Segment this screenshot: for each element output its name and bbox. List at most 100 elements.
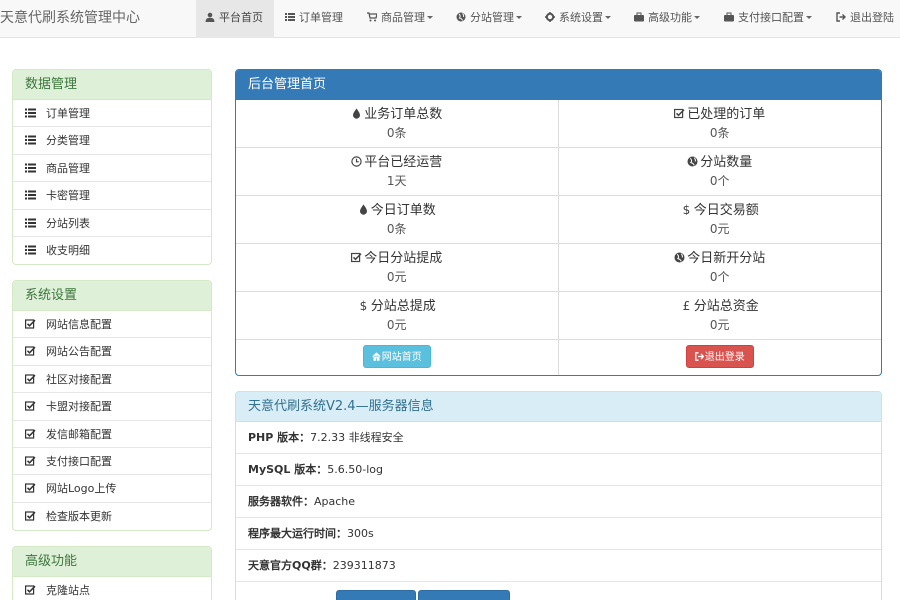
sidebar-item-ledger[interactable]: 收支明细 xyxy=(13,237,211,264)
stat-value: 0元 xyxy=(386,270,407,284)
stat-value: 0元 xyxy=(709,318,730,332)
briefcase-icon xyxy=(634,12,644,22)
sidebar-item-community[interactable]: 社区对接配置 xyxy=(13,366,211,394)
svg-text:£: £ xyxy=(682,300,690,311)
server-info-title: 天意代刷系统V2.4—服务器信息 xyxy=(236,392,881,422)
sidebar-item-label: 网站信息配置 xyxy=(46,318,112,331)
cart-icon xyxy=(367,12,377,22)
tint-icon xyxy=(351,108,362,119)
sidebar-heading-settings: 系统设置 xyxy=(13,281,211,311)
sidebar-item-label: 网站Logo上传 xyxy=(46,482,117,496)
stats-row: 今日订单数 0条 $ 今日交易额 0元 xyxy=(236,196,881,244)
list-icon xyxy=(25,108,36,118)
stat-total-funds: £ 分站总资金 0元 xyxy=(559,292,882,339)
chevron-down-icon xyxy=(516,16,522,19)
check-icon xyxy=(25,585,36,595)
check-icon xyxy=(25,428,36,439)
nav-advanced-label: 高级功能 xyxy=(648,11,692,24)
top-navbar: 天意代刷系统管理中心 平台首页 订单管理 商品管理 分站管理 系统设置 高级功能… xyxy=(0,0,900,38)
stat-today-orders: 今日订单数 0条 xyxy=(236,196,559,243)
update-button[interactable] xyxy=(336,590,416,600)
check-icon xyxy=(25,319,36,329)
sidebar-item-orders[interactable]: 订单管理 xyxy=(13,100,211,128)
nav-home-label: 平台首页 xyxy=(219,11,263,24)
gear-icon xyxy=(545,12,555,22)
usd-icon: $ xyxy=(681,204,692,215)
list-icon xyxy=(25,163,36,173)
sidebar-item-site-notice[interactable]: 网站公告配置 xyxy=(13,338,211,366)
dashboard-panel: 后台管理首页 业务订单总数 0条 已处理的订单 0条 平台已经运营 1天 分站数… xyxy=(235,69,882,376)
stat-value: 0条 xyxy=(709,126,730,140)
info-label: MySQL 版本： xyxy=(248,463,328,476)
globe-icon xyxy=(456,12,466,22)
info-value: 300s xyxy=(347,527,374,540)
check-icon xyxy=(351,252,362,263)
stat-today-turnover: $ 今日交易额 0元 xyxy=(559,196,882,243)
nav-payment[interactable]: 支付接口配置 xyxy=(724,0,812,38)
sidebar-item-mail[interactable]: 发信邮箱配置 xyxy=(13,421,211,448)
nav-products[interactable]: 商品管理 xyxy=(367,0,433,38)
stat-today-new-substations: 今日新开分站 0个 xyxy=(559,244,882,291)
sidebar-item-clone-site[interactable]: 克隆站点 xyxy=(13,577,211,600)
server-info-panel: 天意代刷系统V2.4—服务器信息 PHP 版本：7.2.33 非线程安全 MyS… xyxy=(235,391,882,600)
sidebar-item-logo[interactable]: 网站Logo上传 xyxy=(13,475,211,503)
tint-icon xyxy=(358,204,369,215)
sidebar-item-label: 订单管理 xyxy=(46,107,90,120)
nav-home[interactable]: 平台首页 xyxy=(196,0,274,38)
sidebar-item-label: 社区对接配置 xyxy=(46,372,112,386)
sidebar-item-categories[interactable]: 分类管理 xyxy=(13,127,211,155)
briefcase-icon xyxy=(724,12,734,22)
sidebar-item-label: 收支明细 xyxy=(46,243,90,257)
sidebar-item-label: 网站公告配置 xyxy=(46,345,112,359)
stat-value: 0条 xyxy=(386,222,407,236)
nav-orders[interactable]: 订单管理 xyxy=(285,0,343,38)
nav-logout-label: 退出登陆 xyxy=(850,11,894,24)
svg-text:$: $ xyxy=(682,204,690,215)
info-value: Apache xyxy=(314,495,356,508)
logout-button[interactable]: 退出登录 xyxy=(685,345,754,368)
stat-label: 分站总资金 xyxy=(693,299,759,314)
nav-advanced[interactable]: 高级功能 xyxy=(634,0,700,38)
nav-logout[interactable]: 退出登陆 xyxy=(836,0,900,38)
svg-text:$: $ xyxy=(359,300,367,311)
stat-value: 0元 xyxy=(386,318,407,332)
info-label: 服务器软件： xyxy=(248,495,314,508)
sidebar-advanced: 高级功能 克隆站点 xyxy=(12,546,212,600)
stat-label: 分站数量 xyxy=(700,155,753,170)
sidebar-item-products[interactable]: 商品管理 xyxy=(13,155,211,183)
stat-label: 今日新开分站 xyxy=(687,251,766,266)
stats-row: 今日分站提成 0元 今日新开分站 0个 xyxy=(236,244,881,292)
check-icon xyxy=(25,401,36,411)
globe-icon xyxy=(674,252,685,263)
stat-value: 0元 xyxy=(709,222,730,236)
sidebar-item-substation-list[interactable]: 分站列表 xyxy=(13,210,211,237)
brand-title[interactable]: 天意代刷系统管理中心 xyxy=(0,0,140,38)
sidebar-item-update[interactable]: 检查版本更新 xyxy=(13,503,211,530)
stat-today-commission: 今日分站提成 0元 xyxy=(236,244,559,291)
stat-value: 0个 xyxy=(709,174,730,188)
chevron-down-icon xyxy=(806,16,812,19)
info-row-qq: 天意官方QQ群：239311873 xyxy=(236,550,881,582)
stat-value: 0条 xyxy=(386,126,407,140)
stat-substation-count: 分站数量 0个 xyxy=(559,148,882,195)
nav-settings[interactable]: 系统设置 xyxy=(545,0,611,38)
nav-substations[interactable]: 分站管理 xyxy=(456,0,522,38)
stat-total-commission: $ 分站总提成 0元 xyxy=(236,292,559,339)
stat-label: 业务订单总数 xyxy=(364,107,443,122)
check-icon xyxy=(25,456,36,466)
site-home-button[interactable]: 网站首页 xyxy=(362,345,431,368)
globe-icon xyxy=(687,156,698,167)
info-row-php: PHP 版本：7.2.33 非线程安全 xyxy=(236,422,881,454)
nav-products-label: 商品管理 xyxy=(381,11,425,24)
sidebar-item-payment[interactable]: 支付接口配置 xyxy=(13,448,211,476)
sidebar-item-site-info[interactable]: 网站信息配置 xyxy=(13,311,211,339)
official-button[interactable] xyxy=(418,590,510,600)
sidebar-item-card-keys[interactable]: 卡密管理 xyxy=(13,182,211,210)
sidebar-item-label: 克隆站点 xyxy=(46,584,90,597)
sidebar-heading-advanced: 高级功能 xyxy=(13,547,211,577)
info-row-server: 服务器软件：Apache xyxy=(236,486,881,518)
info-label: PHP 版本： xyxy=(248,431,311,444)
info-value: 5.6.50-log xyxy=(327,463,383,476)
sidebar-item-card-league[interactable]: 卡盟对接配置 xyxy=(13,393,211,421)
chevron-down-icon xyxy=(427,16,433,19)
